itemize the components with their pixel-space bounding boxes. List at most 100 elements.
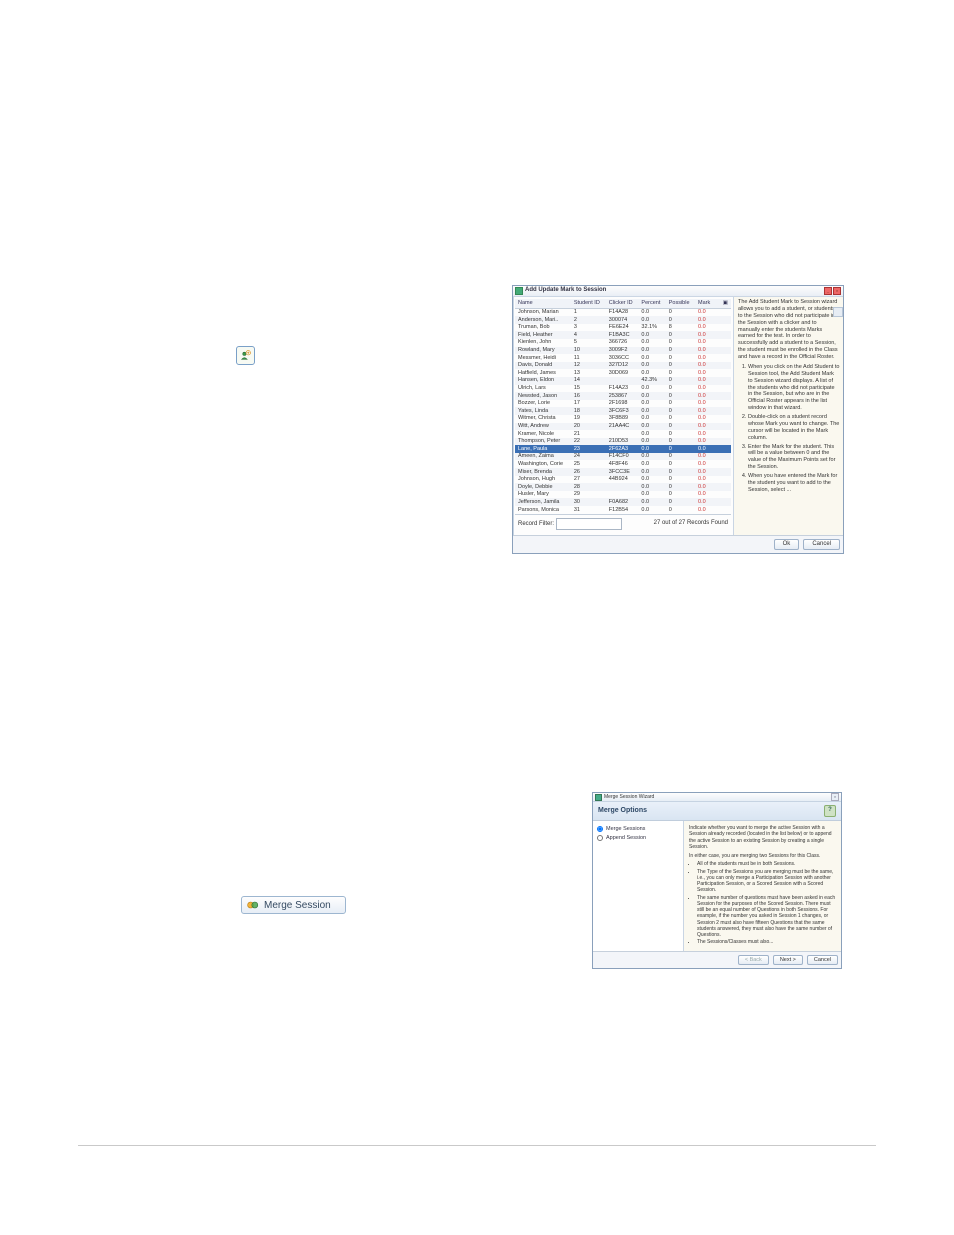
col-corner[interactable]: ▣ bbox=[715, 299, 731, 308]
table-row[interactable]: Yates, Linda183FC6F30.000.0 bbox=[515, 407, 731, 415]
ok-button[interactable]: Ok bbox=[774, 539, 800, 550]
cell-mark[interactable]: 0.0 bbox=[695, 438, 715, 446]
table-row[interactable]: Hatfield, James1330D0690.000.0 bbox=[515, 369, 731, 377]
close-icon[interactable]: × bbox=[831, 793, 839, 801]
table-row[interactable]: Jefferson, Jamila30F0A6820.000.0 bbox=[515, 498, 731, 506]
cell-sid: 24 bbox=[571, 453, 606, 461]
col-poss[interactable]: Possible bbox=[666, 299, 695, 308]
radio-merge-sessions-input[interactable] bbox=[597, 826, 603, 832]
cell-pct: 0.0 bbox=[638, 415, 665, 423]
cell-mark[interactable]: 0.0 bbox=[695, 430, 715, 438]
cell-mark[interactable]: 0.0 bbox=[695, 362, 715, 370]
back-button[interactable]: < Back bbox=[738, 955, 769, 966]
student-table[interactable]: Name Student ID Clicker ID Percent Possi… bbox=[515, 299, 731, 514]
wizard-titlebar[interactable]: Merge Session Wizard × bbox=[593, 793, 841, 802]
table-row[interactable]: Bozzer, Lorie172F16980.000.0 bbox=[515, 400, 731, 408]
cell-mark[interactable]: 0.0 bbox=[695, 400, 715, 408]
cell-mark[interactable]: 0.0 bbox=[695, 385, 715, 393]
cell-pct: 0.0 bbox=[638, 506, 665, 514]
table-row[interactable]: Truman, Bob3FE6E2432.1%80.0 bbox=[515, 324, 731, 332]
table-row[interactable]: Newsted, Jason162538670.000.0 bbox=[515, 392, 731, 400]
help-icon[interactable]: ? bbox=[824, 805, 836, 817]
cell-mark[interactable]: 0.0 bbox=[695, 498, 715, 506]
table-row[interactable]: Miser, Brenda263FCC3E0.000.0 bbox=[515, 468, 731, 476]
cell-poss: 0 bbox=[666, 445, 695, 453]
close-icon[interactable]: × bbox=[833, 287, 841, 295]
cell-cid bbox=[606, 377, 639, 385]
table-row[interactable]: Husler, Mary290.000.0 bbox=[515, 491, 731, 499]
scroll-up-icon[interactable] bbox=[833, 307, 843, 317]
merge-session-button[interactable]: Merge Session bbox=[241, 896, 346, 914]
col-sid[interactable]: Student ID bbox=[571, 299, 606, 308]
cell-sid: 25 bbox=[571, 460, 606, 468]
table-row[interactable]: Messmer, Heidi113036CC0.000.0 bbox=[515, 354, 731, 362]
cell-mark[interactable]: 0.0 bbox=[695, 347, 715, 355]
cell-pct: 0.0 bbox=[638, 430, 665, 438]
col-pct[interactable]: Percent bbox=[638, 299, 665, 308]
cell-poss: 0 bbox=[666, 430, 695, 438]
cell-mark[interactable]: 0.0 bbox=[695, 316, 715, 324]
cell-mark[interactable]: 0.0 bbox=[695, 483, 715, 491]
cell-mark[interactable]: 0.0 bbox=[695, 445, 715, 453]
cell-mark[interactable]: 0.0 bbox=[695, 491, 715, 499]
table-row[interactable]: Davis, Donald12327D120.000.0 bbox=[515, 362, 731, 370]
cell-mark[interactable]: 0.0 bbox=[695, 468, 715, 476]
cell-mark[interactable]: 0.0 bbox=[695, 392, 715, 400]
minimize-icon[interactable]: _ bbox=[824, 287, 832, 295]
cell-name: Husler, Mary bbox=[515, 491, 571, 499]
cell-name: Johnson, Marian bbox=[515, 308, 571, 316]
cell-mark[interactable]: 0.0 bbox=[695, 308, 715, 316]
cell-sid: 21 bbox=[571, 430, 606, 438]
cell-mark[interactable]: 0.0 bbox=[695, 506, 715, 514]
cell-cid: 21AA4C bbox=[606, 423, 639, 431]
cell-mark[interactable]: 0.0 bbox=[695, 339, 715, 347]
cell-mark[interactable]: 0.0 bbox=[695, 476, 715, 484]
cell-mark[interactable]: 0.0 bbox=[695, 377, 715, 385]
help-step-4: When you have entered the Mark for the s… bbox=[748, 473, 840, 494]
col-mark[interactable]: Mark bbox=[695, 299, 715, 308]
table-row[interactable]: Johnson, Marian1F14A280.000.0 bbox=[515, 308, 731, 316]
titlebar[interactable]: Add Update Mark to Session _ × bbox=[513, 286, 843, 297]
table-row[interactable]: Washington, Corie254F8F460.000.0 bbox=[515, 460, 731, 468]
radio-append-session-input[interactable] bbox=[597, 835, 603, 841]
table-row[interactable]: Anderson, Mari..23000740.000.0 bbox=[515, 316, 731, 324]
table-row[interactable]: Kienlen, John53667260.000.0 bbox=[515, 339, 731, 347]
cell-mark[interactable]: 0.0 bbox=[695, 453, 715, 461]
col-name[interactable]: Name bbox=[515, 299, 571, 308]
cancel-button[interactable]: Cancel bbox=[803, 539, 840, 550]
cell-mark[interactable]: 0.0 bbox=[695, 460, 715, 468]
table-row[interactable]: Witt, Andrew2021AA4C0.000.0 bbox=[515, 423, 731, 431]
table-row[interactable]: Thompson, Peter22210D530.000.0 bbox=[515, 438, 731, 446]
table-row[interactable]: Johnson, Hugh2744B9240.000.0 bbox=[515, 476, 731, 484]
cell-mark[interactable]: 0.0 bbox=[695, 369, 715, 377]
cell-mark[interactable]: 0.0 bbox=[695, 324, 715, 332]
cell-poss: 0 bbox=[666, 483, 695, 491]
add-student-icon[interactable] bbox=[236, 346, 255, 365]
table-row[interactable]: Rowland, Mary103009F20.000.0 bbox=[515, 347, 731, 355]
cell-mark[interactable]: 0.0 bbox=[695, 331, 715, 339]
cell-name: Bozzer, Lorie bbox=[515, 400, 571, 408]
cell-mark[interactable]: 0.0 bbox=[695, 415, 715, 423]
table-row[interactable]: Doyle, Debbie280.000.0 bbox=[515, 483, 731, 491]
next-button[interactable]: Next > bbox=[773, 955, 803, 966]
cell-cid bbox=[606, 483, 639, 491]
table-row[interactable]: Hansen, Eldon1442.3%00.0 bbox=[515, 377, 731, 385]
radio-append-session[interactable]: Append Session bbox=[597, 835, 679, 842]
cell-sid: 17 bbox=[571, 400, 606, 408]
cancel-button[interactable]: Cancel bbox=[807, 955, 838, 966]
cell-mark[interactable]: 0.0 bbox=[695, 354, 715, 362]
cell-mark[interactable]: 0.0 bbox=[695, 407, 715, 415]
cell-spacer bbox=[715, 347, 731, 355]
table-row[interactable]: Parsons, Monica31F12B540.000.0 bbox=[515, 506, 731, 514]
table-row[interactable]: Witmer, Christa193F8B890.000.0 bbox=[515, 415, 731, 423]
cell-mark[interactable]: 0.0 bbox=[695, 423, 715, 431]
col-cid[interactable]: Clicker ID bbox=[606, 299, 639, 308]
table-row[interactable]: Ameen, Zaima24F14CF00.000.0 bbox=[515, 453, 731, 461]
radio-merge-sessions[interactable]: Merge Sessions bbox=[597, 826, 679, 833]
table-row[interactable]: Ulrich, Lars15F14A230.000.0 bbox=[515, 385, 731, 393]
table-row[interactable]: Kramer, Nicole210.000.0 bbox=[515, 430, 731, 438]
record-filter-input[interactable] bbox=[556, 518, 622, 530]
cell-spacer bbox=[715, 392, 731, 400]
table-row[interactable]: Field, Heather4F1BA3C0.000.0 bbox=[515, 331, 731, 339]
table-row[interactable]: Lane, Paula232F62A30.000.0 bbox=[515, 445, 731, 453]
